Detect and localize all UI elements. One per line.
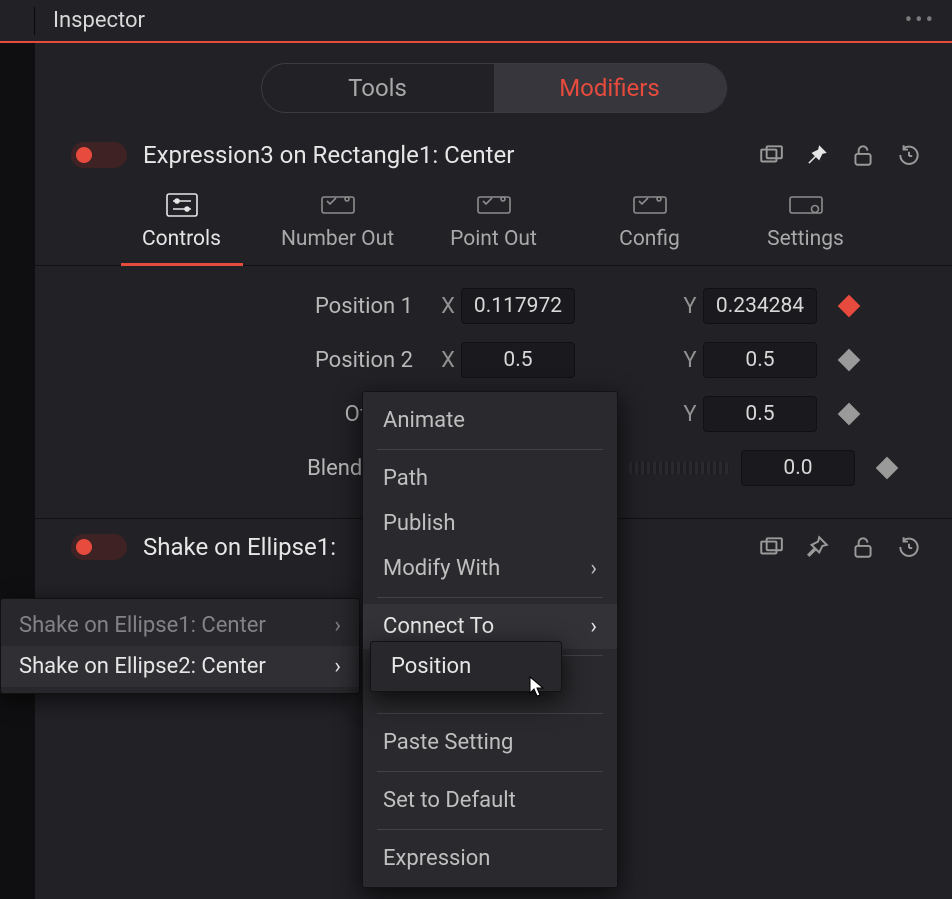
y-label: Y bbox=[677, 402, 703, 427]
segment-control: Tools Modifiers bbox=[261, 63, 727, 113]
menu-publish[interactable]: Publish bbox=[363, 501, 617, 546]
settings-icon bbox=[785, 191, 827, 219]
enable-toggle[interactable] bbox=[71, 142, 127, 168]
tools-modifiers-segment: Tools Modifiers bbox=[35, 43, 952, 131]
mouse-cursor-icon bbox=[529, 676, 547, 702]
keyframe-icon[interactable] bbox=[838, 349, 861, 372]
inspector-header: Inspector ••• bbox=[0, 0, 952, 43]
keyframe-icon[interactable] bbox=[838, 403, 861, 426]
tab-controls-label: Controls bbox=[142, 227, 221, 251]
segment-tools[interactable]: Tools bbox=[262, 64, 494, 112]
controls-icon bbox=[161, 191, 203, 219]
tab-number-out-label: Number Out bbox=[281, 227, 394, 251]
y-label: Y bbox=[677, 348, 703, 373]
menu-label: Modify With bbox=[383, 556, 500, 581]
param-position1: Position 1 X 0.117972 Y 0.234284 bbox=[41, 288, 922, 324]
toggle-dot-icon bbox=[76, 147, 92, 163]
menu-animate[interactable]: Animate bbox=[363, 398, 617, 443]
submenu-item-shake-ellipse2[interactable]: Shake on Ellipse2: Center › bbox=[1, 646, 359, 687]
keyframe-icon[interactable] bbox=[838, 295, 861, 318]
blend-input[interactable]: 0.0 bbox=[741, 450, 855, 486]
chevron-right-icon: › bbox=[590, 614, 597, 639]
chevron-right-icon: › bbox=[334, 654, 341, 679]
tab-config-label: Config bbox=[619, 227, 680, 251]
menu-separator bbox=[377, 771, 603, 772]
param-label: Off bbox=[41, 402, 397, 427]
param-label: Position 1 bbox=[41, 294, 435, 319]
submenu-item-label: Shake on Ellipse2: Center bbox=[19, 654, 266, 679]
y-label: Y bbox=[677, 294, 703, 319]
chevron-right-icon: › bbox=[334, 613, 341, 638]
menu-set-to-default[interactable]: Set to Default bbox=[363, 778, 617, 823]
menu-separator bbox=[377, 713, 603, 714]
version-icon[interactable] bbox=[896, 534, 922, 560]
windows-icon[interactable] bbox=[758, 142, 784, 168]
x-label: X bbox=[435, 294, 461, 319]
subtab-strip: Controls Number Out Point Out Config Set… bbox=[35, 183, 952, 266]
menu-separator bbox=[377, 597, 603, 598]
pin-icon[interactable] bbox=[804, 534, 830, 560]
parameter-context-menu: Animate Path Publish Modify With › Connec… bbox=[362, 391, 618, 888]
tab-settings[interactable]: Settings bbox=[745, 191, 867, 265]
position2-x-input[interactable]: 0.5 bbox=[461, 342, 575, 378]
panel-options-icon[interactable]: ••• bbox=[905, 8, 952, 33]
tab-controls[interactable]: Controls bbox=[121, 191, 243, 266]
left-gutter bbox=[0, 43, 35, 899]
panel-title: Inspector bbox=[53, 8, 905, 33]
divider bbox=[34, 7, 35, 35]
chevron-right-icon: › bbox=[590, 556, 597, 581]
point-out-icon bbox=[473, 191, 515, 219]
menu-label: Animate bbox=[383, 408, 465, 433]
config-icon bbox=[629, 191, 671, 219]
number-out-icon bbox=[317, 191, 359, 219]
node-expression3-header: Expression3 on Rectangle1: Center bbox=[35, 131, 952, 183]
position1-y-input[interactable]: 0.234284 bbox=[703, 288, 817, 324]
lock-icon[interactable] bbox=[850, 142, 876, 168]
menu-label: Expression bbox=[383, 846, 490, 871]
tab-config[interactable]: Config bbox=[589, 191, 711, 265]
keyframe-icon[interactable] bbox=[876, 457, 899, 480]
enable-toggle[interactable] bbox=[71, 534, 127, 560]
param-label: Blend t bbox=[41, 456, 397, 481]
tab-point-out[interactable]: Point Out bbox=[433, 191, 555, 265]
pin-icon[interactable] bbox=[804, 142, 830, 168]
menu-expression[interactable]: Expression bbox=[363, 836, 617, 881]
position2-y-input[interactable]: 0.5 bbox=[703, 342, 817, 378]
menu-label: Publish bbox=[383, 511, 456, 536]
menu-label: Set to Default bbox=[383, 788, 516, 813]
x-label: X bbox=[435, 348, 461, 373]
version-icon[interactable] bbox=[896, 142, 922, 168]
position1-x-input[interactable]: 0.117972 bbox=[461, 288, 575, 324]
param-position2: Position 2 X 0.5 Y 0.5 bbox=[41, 342, 922, 378]
menu-separator bbox=[377, 829, 603, 830]
param-label: Position 2 bbox=[41, 348, 435, 373]
segment-modifiers[interactable]: Modifiers bbox=[494, 64, 726, 112]
tab-point-out-label: Point Out bbox=[450, 227, 537, 251]
lock-icon[interactable] bbox=[850, 534, 876, 560]
menu-paste-setting[interactable]: Paste Setting bbox=[363, 720, 617, 765]
menu-modify-with[interactable]: Modify With › bbox=[363, 546, 617, 591]
flyout-label: Position bbox=[391, 654, 471, 679]
tab-settings-label: Settings bbox=[767, 227, 844, 251]
blend-slider[interactable] bbox=[629, 462, 729, 474]
menu-path[interactable]: Path bbox=[363, 456, 617, 501]
windows-icon[interactable] bbox=[758, 534, 784, 560]
node-title: Expression3 on Rectangle1: Center bbox=[143, 141, 758, 169]
tab-number-out[interactable]: Number Out bbox=[277, 191, 399, 265]
menu-separator bbox=[377, 449, 603, 450]
submenu-item-shake-ellipse1[interactable]: Shake on Ellipse1: Center › bbox=[1, 605, 359, 646]
toggle-dot-icon bbox=[76, 539, 92, 555]
menu-label: Paste Setting bbox=[383, 730, 513, 755]
menu-label: Connect To bbox=[383, 614, 494, 639]
offset-y-input[interactable]: 0.5 bbox=[703, 396, 817, 432]
connect-to-target-submenu: Shake on Ellipse1: Center › Shake on Ell… bbox=[0, 598, 360, 694]
submenu-item-label: Shake on Ellipse1: Center bbox=[19, 613, 266, 638]
menu-label: Path bbox=[383, 466, 428, 491]
